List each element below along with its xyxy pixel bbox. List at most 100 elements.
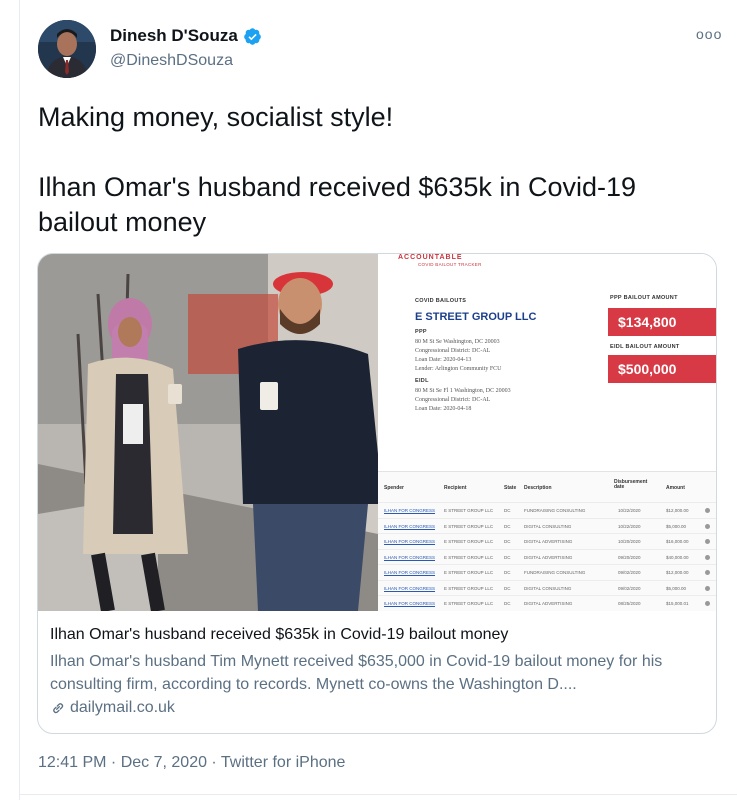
eidl-loan-date: Loan Date: 2020-04-18 <box>415 406 472 412</box>
card-description: Ilhan Omar's husband Tim Mynett received… <box>50 653 663 693</box>
cell-recipient: E STREET GROUP LLC <box>444 539 494 544</box>
table-row: ILHAN FOR CONGRESS E STREET GROUP LLC DC DI… <box>378 548 716 565</box>
profile-photo-icon <box>38 20 96 78</box>
cell-description: DIGITAL ADVERTISING <box>524 601 573 606</box>
table-row: ILHAN FOR CONGRESS E STREET GROUP LLC DC DI… <box>378 533 716 549</box>
cell-state: DC <box>504 508 511 513</box>
eidl-amount: $500,000 <box>618 361 677 377</box>
cell-recipient: E STREET GROUP LLC <box>444 585 494 591</box>
cell-description: DIGITAL CONSULTING <box>524 523 572 529</box>
cell-date: 10/22/2020 <box>618 523 641 529</box>
cell-amount: $16,000.00 <box>666 539 689 544</box>
table-header-recipient: Recipient <box>444 485 467 491</box>
cell-amount: $12,000.00 <box>666 508 689 513</box>
row-info-icon[interactable] <box>705 508 710 513</box>
bailout-document: ACCOUNTABLE COVID BAILOUT TRACKER COVID … <box>378 254 716 611</box>
ppp-label: PPP <box>415 329 427 335</box>
table-row: ILHAN FOR CONGRESS E STREET GROUP LLC DC DI… <box>378 517 716 534</box>
cell-description: FUNDRAISING CONSULTING <box>524 508 586 513</box>
card-photo <box>38 254 378 611</box>
eidl-address: 80 M St Se Fl 1 Washington, DC 20003 <box>415 388 511 394</box>
card-domain-link[interactable]: dailymail.co.uk <box>50 699 175 717</box>
ppp-address: 80 M St Se Washington, DC 20003 <box>415 339 500 345</box>
table-header-row: Spender Recipient State Description Disb… <box>378 478 716 498</box>
street-photo-icon <box>38 254 378 611</box>
table-row: ILHAN FOR CONGRESS E STREET GROUP LLC DC FU… <box>378 564 716 580</box>
ppp-amount-label: PPP BAILOUT AMOUNT <box>610 295 678 301</box>
cell-amount: $12,000.00 <box>666 570 689 575</box>
card-domain: dailymail.co.uk <box>70 699 175 716</box>
card-title[interactable]: Ilhan Omar's husband received $635k in C… <box>50 626 508 644</box>
cell-spender[interactable]: ILHAN FOR CONGRESS <box>384 570 435 575</box>
table-header-state: State <box>504 485 517 491</box>
verified-badge-icon <box>243 27 261 45</box>
document-brand-sub: COVID BAILOUT TRACKER <box>418 262 482 267</box>
row-info-icon[interactable] <box>705 570 710 575</box>
table-row: ILHAN FOR CONGRESS E STREET GROUP LLC DC FU… <box>378 502 716 518</box>
document-brand: ACCOUNTABLE <box>398 254 463 261</box>
cell-spender[interactable]: ILHAN FOR CONGRESS <box>384 508 435 513</box>
row-info-icon[interactable] <box>705 585 710 591</box>
ppp-lender: Lender: Arlington Community FCU <box>415 366 502 372</box>
eidl-amount-badge: $500,000 <box>608 355 716 383</box>
tweet-line-2: Ilhan Omar's husband received $635k in C… <box>38 172 636 237</box>
cell-date: 09/02/2020 <box>618 585 641 591</box>
cell-description: DIGITAL CONSULTING <box>524 585 572 591</box>
cell-state: DC <box>504 523 511 529</box>
cell-description: DIGITAL ADVERTISING <box>524 554 573 560</box>
cell-recipient: E STREET GROUP LLC <box>444 523 494 529</box>
disbursement-table: Spender Recipient State Description Disb… <box>378 471 716 611</box>
avatar[interactable] <box>38 20 96 78</box>
section-label: COVID BAILOUTS <box>415 298 467 304</box>
row-info-icon[interactable] <box>705 601 710 606</box>
cell-description: DIGITAL ADVERTISING <box>524 539 573 544</box>
cell-date: 09/20/2020 <box>618 554 641 560</box>
card-image[interactable]: ACCOUNTABLE COVID BAILOUT TRACKER COVID … <box>38 254 716 611</box>
cell-date: 10/20/2020 <box>618 539 641 544</box>
row-info-icon[interactable] <box>705 539 710 544</box>
table-row: ILHAN FOR CONGRESS E STREET GROUP LLC DC DI… <box>378 579 716 596</box>
ppp-district: Congressional District: DC-AL <box>415 348 491 354</box>
company-name: E STREET GROUP LLC <box>415 311 537 323</box>
display-name[interactable]: Dinesh D'Souza <box>110 26 238 46</box>
row-info-icon[interactable] <box>705 523 710 529</box>
cell-recipient: E STREET GROUP LLC <box>444 601 494 606</box>
cell-description: FUNDRAISING CONSULTING <box>524 570 586 575</box>
link-preview-card[interactable]: ACCOUNTABLE COVID BAILOUT TRACKER COVID … <box>37 253 717 734</box>
more-options-icon[interactable]: ooo <box>696 26 722 42</box>
cell-recipient: E STREET GROUP LLC <box>444 570 494 575</box>
table-row: ILHAN FOR CONGRESS E STREET GROUP LLC DC DI… <box>378 595 716 611</box>
cell-date: 08/25/2020 <box>618 601 641 606</box>
tweet-timestamp[interactable]: 12:41 PM · Dec 7, 2020 · Twitter for iPh… <box>38 754 345 772</box>
cell-amount: $15,000.01 <box>666 601 689 606</box>
cell-recipient: E STREET GROUP LLC <box>444 508 494 513</box>
cell-state: DC <box>504 539 511 544</box>
tweet-text: Making money, socialist style! Ilhan Oma… <box>38 100 698 275</box>
cell-state: DC <box>504 554 511 560</box>
ppp-amount: $134,800 <box>618 314 677 330</box>
document-summary: ACCOUNTABLE COVID BAILOUT TRACKER COVID … <box>378 254 716 469</box>
table-header-description: Description <box>524 485 552 491</box>
eidl-amount-label: EIDL BAILOUT AMOUNT <box>610 344 680 350</box>
table-header-spender: Spender <box>384 485 405 491</box>
cell-spender[interactable]: ILHAN FOR CONGRESS <box>384 539 435 544</box>
ppp-amount-badge: $134,800 <box>608 308 716 336</box>
cell-spender[interactable]: ILHAN FOR CONGRESS <box>384 524 435 529</box>
link-icon <box>53 703 64 714</box>
cell-spender[interactable]: ILHAN FOR CONGRESS <box>384 586 435 591</box>
row-info-icon[interactable] <box>705 554 710 560</box>
eidl-label: EIDL <box>415 378 429 384</box>
cell-amount: $40,000.00 <box>666 554 689 560</box>
cell-date: 09/02/2020 <box>618 570 641 575</box>
cell-spender[interactable]: ILHAN FOR CONGRESS <box>384 601 435 606</box>
cell-state: DC <box>504 601 511 606</box>
tweet-header: Dinesh D'Souza @DineshDSouza ooo <box>38 20 721 82</box>
cell-spender[interactable]: ILHAN FOR CONGRESS <box>384 555 435 560</box>
cell-amount: $5,000.00 <box>666 585 687 591</box>
cell-state: DC <box>504 570 511 575</box>
cell-state: DC <box>504 585 511 591</box>
user-handle[interactable]: @DineshDSouza <box>110 52 233 70</box>
cell-date: 10/22/2020 <box>618 508 641 513</box>
cell-amount: $5,000.00 <box>666 523 687 529</box>
divider <box>19 794 737 795</box>
